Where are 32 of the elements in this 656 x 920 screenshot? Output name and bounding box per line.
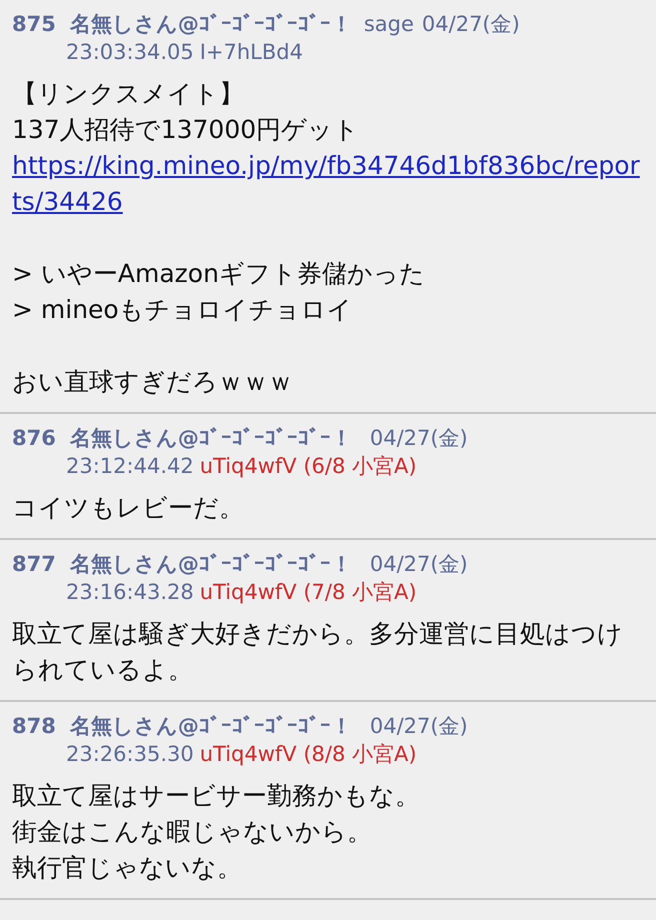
post-time: 23:26:35.30: [66, 741, 194, 768]
poster-name: 名無しさん@ｺﾞｰｺﾞｰｺﾞｰｺﾞｰ！: [70, 11, 352, 38]
poster-id[interactable]: uTiq4wfV (6/8 小宮A): [200, 452, 417, 480]
poster-id[interactable]: uTiq4wfV (8/8 小宮A): [200, 740, 417, 768]
post-text: おい直球すぎだろｗｗｗ: [12, 366, 294, 398]
url-link[interactable]: https://king.mineo.jp/my/fb34746d1bf836bc/reports/34426: [12, 148, 644, 220]
poster-id[interactable]: uTiq4wfV (7/8 小宮A): [200, 578, 417, 606]
post-date: 04/27(金): [370, 713, 468, 740]
poster-id[interactable]: I+7hLBd4: [200, 38, 303, 66]
post-date: 04/27(金): [370, 425, 468, 452]
post-text: 街金はこんな暇じゃないから。: [12, 816, 373, 848]
post-text: 執行官じゃないな。: [12, 852, 243, 884]
post-text: 取立て屋は騒ぎ大好きだから。多分運営に目処はつけられているよ。: [12, 618, 624, 686]
post-text: 137人招待で137000円ゲット: [12, 114, 360, 146]
post-number[interactable]: 878: [12, 712, 56, 740]
post-date: 04/27(金): [370, 551, 468, 578]
poster-name: 名無しさん@ｺﾞｰｺﾞｰｺﾞｰｺﾞｰ！: [70, 425, 352, 452]
poster-name: 名無しさん@ｺﾞｰｺﾞｰｺﾞｰｺﾞｰ！: [70, 551, 352, 578]
post-text: 【リンクスメイト】: [12, 78, 245, 110]
post-number[interactable]: 876: [12, 424, 56, 452]
post-time: 23:12:44.42: [66, 453, 194, 480]
post-text: 取立て屋はサービサー勤務かもな。: [12, 780, 421, 812]
post-text: > mineoもチョロイチョロイ: [12, 294, 354, 326]
post-mail: sage: [364, 11, 414, 38]
post-date: 04/27(金): [422, 11, 520, 38]
poster-name: 名無しさん@ｺﾞｰｺﾞｰｺﾞｰｺﾞｰ！: [70, 713, 352, 740]
post-text: > いやーAmazonギフト券儲かった: [12, 258, 426, 290]
post-number[interactable]: 877: [12, 550, 56, 578]
post-time: 23:03:34.05: [66, 39, 194, 66]
post-number[interactable]: 875: [12, 10, 56, 38]
post-text: コイツもレビーだ。: [12, 492, 245, 524]
post-time: 23:16:43.28: [66, 579, 194, 606]
